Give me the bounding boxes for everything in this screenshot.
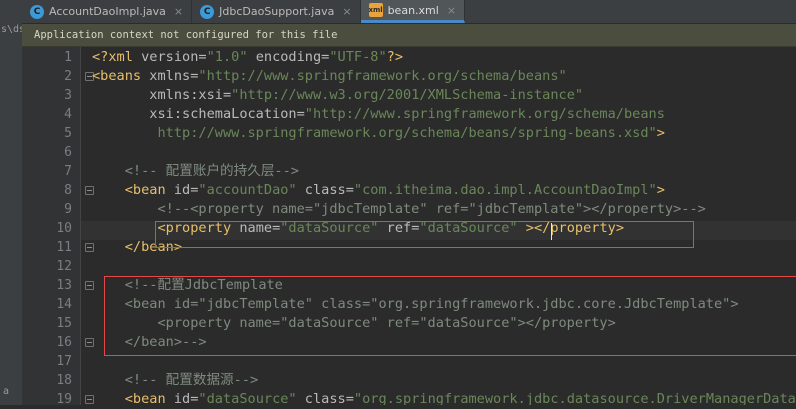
line-number: 12	[56, 259, 72, 274]
code-line[interactable]: xsi:schemaLocation="http://www.springfra…	[92, 105, 665, 124]
project-tree-fragment: a	[3, 386, 10, 397]
tab-jdbcdaosupport[interactable]: C JdbcDaoSupport.java ×	[192, 0, 361, 23]
code-line[interactable]: <!--<property name="jdbcTemplate" ref="j…	[92, 200, 706, 219]
code-token: <!-- 配置账户的持久层-->	[92, 163, 299, 179]
java-class-icon: C	[30, 4, 44, 19]
line-number: 10	[56, 221, 72, 236]
code-token: >	[656, 182, 665, 198]
code-token: <bean	[92, 182, 174, 198]
banner-text: Application context not configured for t…	[34, 29, 338, 41]
close-icon[interactable]: ×	[447, 4, 456, 17]
code-token: class=	[296, 391, 354, 405]
line-number: 1	[64, 50, 72, 65]
tab-label: bean.xml	[387, 3, 439, 17]
code-token: <!--<property name="jdbcTemplate" ref="j…	[92, 201, 706, 217]
code-token: id=	[173, 391, 199, 405]
code-token: class=	[296, 182, 354, 198]
code-token: "org.springframework.jdbc.datasource.Dri…	[353, 391, 796, 405]
line-number: 5	[64, 126, 72, 141]
code-line[interactable]: <!-- 配置数据源-->	[92, 371, 258, 390]
code-token: >	[656, 125, 665, 141]
code-token: "accountDao"	[198, 182, 297, 198]
java-class-icon: C	[200, 4, 215, 19]
code-line[interactable]: <bean id="accountDao" class="com.itheima…	[92, 181, 665, 200]
code-token: id=	[173, 182, 199, 198]
code-token: "http://www.springframework.org/schema/b…	[198, 68, 567, 84]
line-number: 7	[64, 164, 72, 179]
code-line[interactable]: <beans xmlns="http://www.springframework…	[92, 67, 567, 86]
code-token: xmlns:xsi=	[92, 87, 232, 103]
context-warning-banner: Application context not configured for t…	[22, 24, 796, 47]
line-number: 19	[56, 392, 72, 407]
tab-bean-xml[interactable]: xml bean.xml ×	[360, 0, 466, 23]
code-token: "UTF-8"	[329, 49, 387, 65]
line-number: 2	[64, 69, 72, 84]
line-number: 16	[56, 335, 72, 350]
code-token: <?xml	[92, 49, 142, 65]
code-token: xmlns=	[149, 68, 199, 84]
code-token: "http://www.w3.org/2001/XMLSchema-instan…	[231, 87, 584, 103]
editor-tab-bar: C AccountDaoImpl.java × C JdbcDaoSupport…	[22, 0, 796, 24]
code-token: xsi:schemaLocation=	[92, 106, 305, 122]
code-token: ?>	[386, 49, 404, 65]
line-number: 6	[64, 145, 72, 160]
annotation-box-commented-bean	[104, 276, 796, 356]
project-path-fragment: s\ds	[1, 24, 23, 35]
line-number-gutter[interactable]: 1 2 3 4 5 6 7 8 9 10 11 12 13 14 15 16 17 18 19	[22, 47, 94, 407]
xml-file-icon: xml	[368, 3, 383, 17]
line-number: 18	[56, 373, 72, 388]
line-number: 17	[56, 354, 72, 369]
close-icon[interactable]: ×	[342, 5, 351, 18]
tab-accountdaoimpl[interactable]: C AccountDaoImpl.java ×	[22, 0, 193, 23]
line-number: 13	[56, 278, 72, 293]
line-number: 15	[56, 316, 72, 331]
code-line[interactable]: <bean id="dataSource" class="org.springf…	[92, 390, 796, 405]
project-side-panel[interactable]: s\ds a	[0, 0, 23, 405]
line-number: 14	[56, 297, 72, 312]
code-token: "http://www.springframework.org/schema/b…	[304, 106, 665, 122]
code-token: version=	[141, 49, 207, 65]
line-number: 3	[64, 88, 72, 103]
code-line[interactable]: <!-- 配置账户的持久层-->	[92, 162, 299, 181]
line-number: 4	[64, 107, 72, 122]
code-token: "com.itheima.dao.impl.AccountDaoImpl"	[353, 182, 657, 198]
annotation-box-property-line	[155, 221, 694, 248]
tab-label: AccountDaoImpl.java	[49, 5, 166, 18]
code-line[interactable]: http://www.springframework.org/schema/be…	[92, 124, 665, 143]
code-token: <bean	[92, 391, 174, 405]
code-token: "dataSource"	[198, 391, 297, 405]
code-token: <!-- 配置数据源-->	[92, 372, 259, 388]
line-number: 8	[64, 183, 72, 198]
line-number: 9	[64, 202, 72, 217]
code-line[interactable]: xmlns:xsi="http://www.w3.org/2001/XMLSch…	[92, 86, 583, 105]
code-token: http://www.springframework.org/schema/be…	[92, 125, 657, 141]
tab-label: JdbcDaoSupport.java	[219, 5, 335, 18]
close-icon[interactable]: ×	[174, 5, 183, 18]
line-number: 11	[56, 240, 72, 255]
code-line[interactable]: <?xml version="1.0" encoding="UTF-8"?>	[92, 48, 403, 67]
code-token: "1.0"	[206, 49, 248, 65]
code-token: <beans	[92, 68, 150, 84]
code-token: encoding=	[247, 49, 330, 65]
text-caret	[551, 223, 552, 240]
